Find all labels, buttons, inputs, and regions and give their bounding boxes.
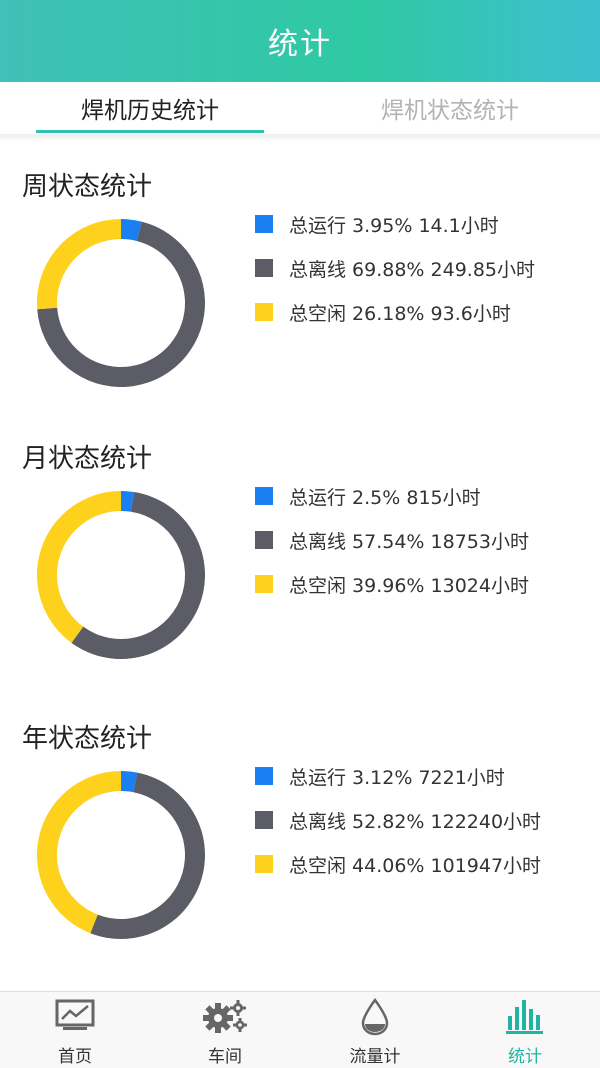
- tab-label: 焊机历史统计: [81, 98, 219, 124]
- legend-text: 总空闲 39.96% 13024小时: [289, 574, 529, 597]
- yearly-donut-chart: [37, 771, 205, 939]
- active-tab-indicator: [36, 130, 264, 133]
- legend-text: 总空闲 26.18% 93.6小时: [289, 302, 511, 325]
- legend-item-running: 总运行 3.95% 14.1小时: [255, 202, 535, 246]
- nav-label: 统计: [508, 1047, 542, 1067]
- tab-label: 焊机状态统计: [381, 98, 519, 124]
- nav-label: 首页: [58, 1047, 92, 1067]
- page-title: 统计: [268, 27, 332, 62]
- monthly-legend: 总运行 2.5% 815小时 总离线 57.54% 18753小时 总空闲 39…: [255, 474, 529, 606]
- legend-swatch-offline: [255, 259, 273, 277]
- section-title: 月状态统计: [22, 444, 153, 474]
- legend-item-offline: 总离线 57.54% 18753小时: [255, 518, 529, 562]
- tab-bar: 焊机历史统计 焊机状态统计: [0, 82, 600, 135]
- nav-home[interactable]: 首页: [0, 992, 150, 1068]
- chart-monitor-icon: [55, 999, 95, 1030]
- legend-text: 总离线 57.54% 18753小时: [289, 530, 529, 553]
- legend-item-offline: 总离线 52.82% 122240小时: [255, 798, 541, 842]
- legend-item-running: 总运行 3.12% 7221小时: [255, 754, 541, 798]
- legend-text: 总运行 2.5% 815小时: [289, 486, 481, 509]
- legend-text: 总离线 69.88% 249.85小时: [289, 258, 536, 281]
- legend-swatch-idle: [255, 303, 273, 321]
- monthly-stats-section: 月状态统计 总运行 2.5% 815小时 总离线 57.54% 18753小时 …: [0, 438, 600, 708]
- donut-slice-idle: [37, 219, 121, 310]
- yearly-stats-section: 年状态统计 总运行 3.12% 7221小时 总离线 52.82% 122240…: [0, 718, 600, 988]
- section-title: 周状态统计: [22, 172, 153, 202]
- legend-item-idle: 总空闲 39.96% 13024小时: [255, 562, 529, 606]
- legend-swatch-running: [255, 767, 273, 785]
- legend-swatch-offline: [255, 531, 273, 549]
- weekly-stats-section: 周状态统计 总运行 3.95% 14.1小时 总离线 69.88% 249.85…: [0, 166, 600, 436]
- legend-text: 总离线 52.82% 122240小时: [289, 810, 542, 833]
- legend-swatch-running: [255, 215, 273, 233]
- monthly-donut-chart: [36, 491, 205, 659]
- legend-text: 总空闲 44.06% 101947小时: [289, 854, 542, 877]
- legend-swatch-idle: [255, 855, 273, 873]
- donut-slice-offline: [90, 772, 205, 939]
- legend-text: 总运行 3.95% 14.1小时: [289, 214, 499, 237]
- legend-swatch-idle: [255, 575, 273, 593]
- nav-label: 车间: [208, 1047, 242, 1067]
- bottom-navigation: 首页 车间 流量计 统计: [0, 991, 600, 1068]
- weekly-donut-chart: [37, 219, 206, 388]
- legend-swatch-offline: [255, 811, 273, 829]
- app-header: 统计: [0, 0, 600, 82]
- section-title: 年状态统计: [22, 724, 153, 754]
- gears-icon: [203, 1000, 247, 1033]
- tab-divider: [0, 134, 600, 142]
- legend-item-offline: 总离线 69.88% 249.85小时: [255, 246, 535, 290]
- legend-item-idle: 总空闲 26.18% 93.6小时: [255, 290, 535, 334]
- weekly-legend: 总运行 3.95% 14.1小时 总离线 69.88% 249.85小时 总空闲…: [255, 202, 535, 334]
- nav-workshop[interactable]: 车间: [150, 992, 300, 1068]
- bar-chart-icon: [506, 1000, 543, 1034]
- nav-flowmeter[interactable]: 流量计: [300, 992, 450, 1068]
- tab-history-stats[interactable]: 焊机历史统计: [0, 82, 300, 134]
- legend-item-idle: 总空闲 44.06% 101947小时: [255, 842, 541, 886]
- legend-swatch-running: [255, 487, 273, 505]
- yearly-legend: 总运行 3.12% 7221小时 总离线 52.82% 122240小时 总空闲…: [255, 754, 541, 886]
- nav-label: 流量计: [349, 1047, 401, 1067]
- legend-text: 总运行 3.12% 7221小时: [289, 766, 505, 789]
- tab-status-stats[interactable]: 焊机状态统计: [300, 82, 600, 134]
- droplet-icon: [361, 998, 389, 1036]
- donut-slice-idle: [37, 771, 122, 934]
- nav-statistics[interactable]: 统计: [450, 992, 600, 1068]
- legend-item-running: 总运行 2.5% 815小时: [255, 474, 529, 518]
- donut-slice-idle: [36, 491, 121, 643]
